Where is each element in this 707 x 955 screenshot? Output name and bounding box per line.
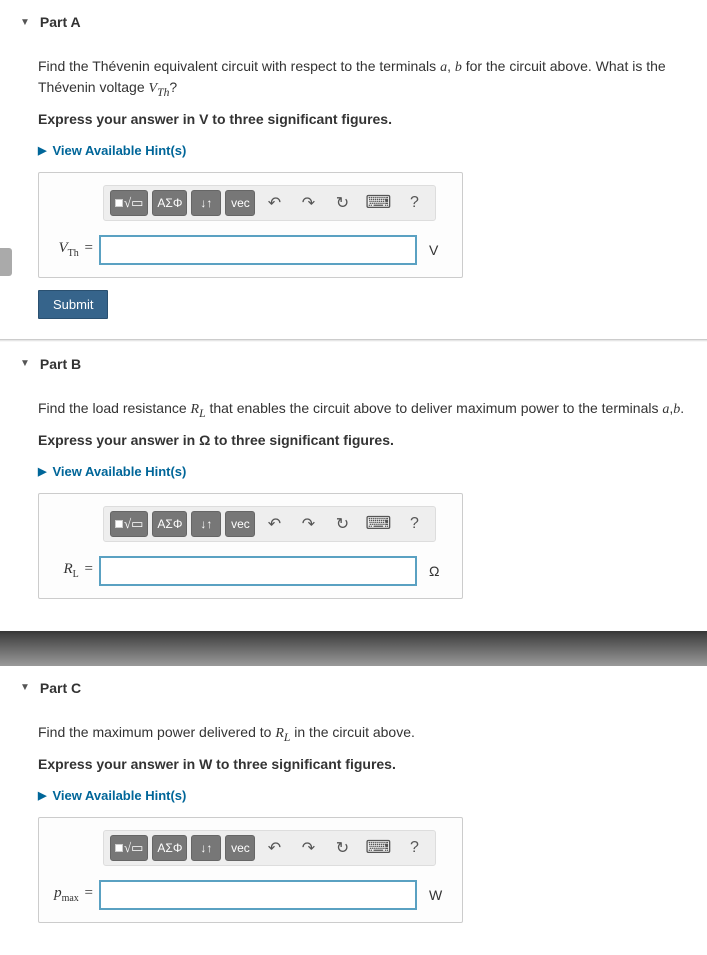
part-c-body: Find the maximum power delivered to RL i… (0, 708, 707, 923)
redo-button[interactable]: ↷ (293, 511, 323, 537)
unit-label-c: W (429, 887, 442, 903)
template-button[interactable]: √▭ (110, 190, 148, 216)
prompt-text: in the circuit above. (290, 724, 415, 740)
part-a-instruction: Express your answer in V to three signif… (38, 111, 687, 127)
part-a-header[interactable]: ▼ Part A (0, 8, 707, 42)
answer-row-c: pmax = W (51, 880, 450, 910)
answer-input-b[interactable] (99, 556, 417, 586)
prompt-text: . (680, 400, 684, 416)
hints-label: View Available Hint(s) (52, 143, 186, 158)
part-b-header[interactable]: ▼ Part B (0, 350, 707, 384)
part-c-title: Part C (40, 680, 81, 696)
variable-label-a: VTh = (51, 240, 93, 259)
redo-button[interactable]: ↷ (293, 190, 323, 216)
var-main: p (54, 885, 62, 901)
var-main: R (64, 561, 73, 577)
keyboard-button[interactable]: ⌨ (361, 835, 395, 861)
part-b-instruction: Express your answer in Ω to three signif… (38, 432, 687, 448)
part-a-title: Part A (40, 14, 81, 30)
var-sub: Th (68, 248, 79, 259)
prompt-text: ? (169, 79, 177, 95)
view-hints-link[interactable]: ▶ View Available Hint(s) (38, 143, 186, 158)
view-hints-link[interactable]: ▶ View Available Hint(s) (38, 464, 186, 479)
subscript-button[interactable]: ↓↑ (191, 190, 221, 216)
greek-button[interactable]: ΑΣΦ (152, 835, 187, 861)
undo-button[interactable]: ↶ (259, 835, 289, 861)
part-c-section: ▼ Part C Find the maximum power delivere… (0, 666, 707, 955)
variable-label-b: RL = (51, 561, 93, 580)
side-collapse-tab[interactable] (0, 248, 12, 276)
answer-box-c: √▭ ΑΣΦ ↓↑ vec ↶ ↷ ↻ ⌨ ? pmax = W (38, 817, 463, 923)
keyboard-button[interactable]: ⌨ (361, 190, 395, 216)
var-v: V (149, 81, 158, 96)
part-b-title: Part B (40, 356, 81, 372)
part-b-prompt: Find the load resistance RL that enables… (38, 399, 687, 422)
template-button[interactable]: √▭ (110, 835, 148, 861)
help-button[interactable]: ? (399, 835, 429, 861)
prompt-text: Find the maximum power delivered to (38, 724, 275, 740)
var-sub: max (62, 893, 79, 904)
vector-button[interactable]: vec (225, 511, 255, 537)
var-sub: Th (157, 85, 169, 98)
subscript-button[interactable]: ↓↑ (191, 835, 221, 861)
reset-button[interactable]: ↻ (327, 835, 357, 861)
hints-label: View Available Hint(s) (52, 464, 186, 479)
caret-right-icon: ▶ (38, 144, 46, 157)
part-c-prompt: Find the maximum power delivered to RL i… (38, 723, 687, 746)
part-b-body: Find the load resistance RL that enables… (0, 384, 707, 599)
part-a-section: ▼ Part A Find the Thévenin equivalent ci… (0, 0, 707, 339)
answer-box-a: √▭ ΑΣΦ ↓↑ vec ↶ ↷ ↻ ⌨ ? VTh = V (38, 172, 463, 278)
equation-toolbar: √▭ ΑΣΦ ↓↑ vec ↶ ↷ ↻ ⌨ ? (103, 185, 436, 221)
caret-down-icon: ▼ (20, 682, 30, 693)
help-button[interactable]: ? (399, 511, 429, 537)
equation-toolbar: √▭ ΑΣΦ ↓↑ vec ↶ ↷ ↻ ⌨ ? (103, 830, 436, 866)
prompt-text: , (447, 58, 455, 74)
var-sub: L (73, 569, 79, 580)
vector-button[interactable]: vec (225, 190, 255, 216)
reset-button[interactable]: ↻ (327, 511, 357, 537)
greek-button[interactable]: ΑΣΦ (152, 511, 187, 537)
undo-button[interactable]: ↶ (259, 511, 289, 537)
prompt-text: Find the load resistance (38, 400, 191, 416)
keyboard-button[interactable]: ⌨ (361, 511, 395, 537)
prompt-text: Find the Thévenin equivalent circuit wit… (38, 58, 440, 74)
redo-button[interactable]: ↷ (293, 835, 323, 861)
undo-button[interactable]: ↶ (259, 190, 289, 216)
submit-button[interactable]: Submit (38, 290, 108, 319)
answer-input-c[interactable] (99, 880, 417, 910)
part-a-prompt: Find the Thévenin equivalent circuit wit… (38, 57, 687, 101)
part-c-instruction: Express your answer in W to three signif… (38, 756, 687, 772)
caret-down-icon: ▼ (20, 358, 30, 369)
term-b: b (455, 60, 462, 75)
answer-box-b: √▭ ΑΣΦ ↓↑ vec ↶ ↷ ↻ ⌨ ? RL = Ω (38, 493, 463, 599)
var-r: R (191, 402, 200, 417)
answer-row-b: RL = Ω (51, 556, 450, 586)
shadow-divider (0, 631, 707, 666)
vector-button[interactable]: vec (225, 835, 255, 861)
unit-label-b: Ω (429, 563, 439, 579)
answer-row-a: VTh = V (51, 235, 450, 265)
var-r: R (275, 726, 284, 741)
caret-down-icon: ▼ (20, 17, 30, 28)
reset-button[interactable]: ↻ (327, 190, 357, 216)
template-button[interactable]: √▭ (110, 511, 148, 537)
part-c-header[interactable]: ▼ Part C (0, 674, 707, 708)
greek-button[interactable]: ΑΣΦ (152, 190, 187, 216)
caret-right-icon: ▶ (38, 465, 46, 478)
hints-label: View Available Hint(s) (52, 788, 186, 803)
caret-right-icon: ▶ (38, 789, 46, 802)
subscript-button[interactable]: ↓↑ (191, 511, 221, 537)
unit-label-a: V (429, 242, 438, 258)
view-hints-link[interactable]: ▶ View Available Hint(s) (38, 788, 186, 803)
term-a: a (440, 60, 447, 75)
equation-toolbar: √▭ ΑΣΦ ↓↑ vec ↶ ↷ ↻ ⌨ ? (103, 506, 436, 542)
answer-input-a[interactable] (99, 235, 417, 265)
help-button[interactable]: ? (399, 190, 429, 216)
part-b-section: ▼ Part B Find the load resistance RL tha… (0, 342, 707, 631)
prompt-text: that enables the circuit above to delive… (206, 400, 663, 416)
var-main: V (59, 240, 68, 256)
part-a-body: Find the Thévenin equivalent circuit wit… (0, 42, 707, 319)
variable-label-c: pmax = (51, 885, 93, 904)
